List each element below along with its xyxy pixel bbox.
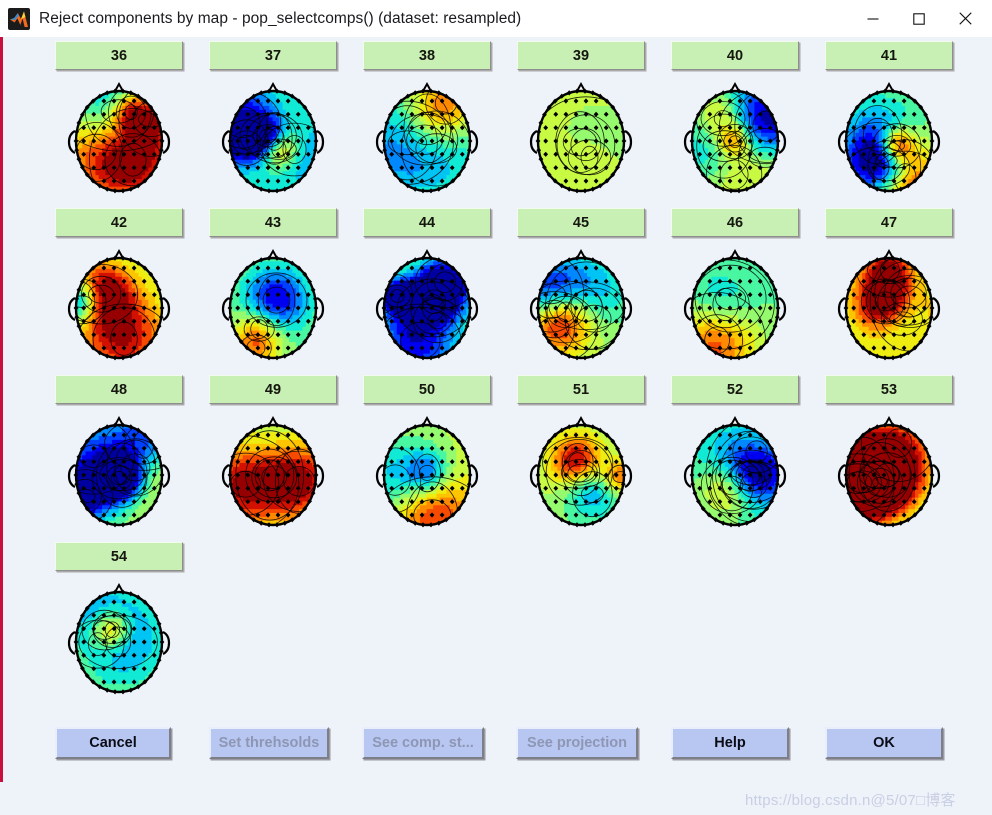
component-50-topoplot[interactable]: [363, 409, 491, 537]
component-45-button[interactable]: 45: [517, 208, 645, 237]
help-button[interactable]: Help: [671, 727, 789, 759]
component-38-cell: 38: [363, 37, 491, 204]
component-51-button[interactable]: 51: [517, 375, 645, 404]
ok-button[interactable]: OK: [825, 727, 943, 759]
component-39-topoplot[interactable]: [517, 75, 645, 203]
component-48-topoplot[interactable]: [55, 409, 183, 537]
component-51-cell: 51: [517, 371, 645, 538]
component-46-cell: 46: [671, 204, 799, 371]
component-48-cell: 48: [55, 371, 183, 538]
component-44-button[interactable]: 44: [363, 208, 491, 237]
component-40-cell: 40: [671, 37, 799, 204]
component-53-topoplot[interactable]: [825, 409, 953, 537]
component-39-cell: 39: [517, 37, 645, 204]
component-36-cell: 36: [55, 37, 183, 204]
component-54-cell: 54: [55, 538, 183, 705]
component-43-button[interactable]: 43: [209, 208, 337, 237]
component-39-button[interactable]: 39: [517, 41, 645, 70]
component-44-topoplot[interactable]: [363, 242, 491, 370]
title-bar: Reject components by map - pop_selectcom…: [0, 0, 992, 38]
component-36-topoplot[interactable]: [55, 75, 183, 203]
component-53-cell: 53: [825, 371, 953, 538]
component-37-cell: 37: [209, 37, 337, 204]
component-54-button[interactable]: 54: [55, 542, 183, 571]
component-49-topoplot[interactable]: [209, 409, 337, 537]
cancel-button[interactable]: Cancel: [55, 727, 171, 759]
component-50-button[interactable]: 50: [363, 375, 491, 404]
component-43-cell: 43: [209, 204, 337, 371]
component-52-button[interactable]: 52: [671, 375, 799, 404]
component-45-topoplot[interactable]: [517, 242, 645, 370]
component-row: 42 43 44 45 46 47: [55, 204, 955, 371]
component-52-cell: 52: [671, 371, 799, 538]
component-47-topoplot[interactable]: [825, 242, 953, 370]
component-48-button[interactable]: 48: [55, 375, 183, 404]
component-41-topoplot[interactable]: [825, 75, 953, 203]
component-47-cell: 47: [825, 204, 953, 371]
watermark: https://blog.csdn.n@5/07□博客: [745, 789, 992, 815]
close-button[interactable]: [942, 0, 988, 37]
component-36-button[interactable]: 36: [55, 41, 183, 70]
component-49-cell: 49: [209, 371, 337, 538]
component-51-topoplot[interactable]: [517, 409, 645, 537]
component-53-button[interactable]: 53: [825, 375, 953, 404]
maximize-button[interactable]: [896, 0, 942, 37]
component-46-button[interactable]: 46: [671, 208, 799, 237]
component-row: 36 37 38 39 40 41: [55, 37, 955, 204]
matlab-icon: [8, 8, 30, 30]
component-46-topoplot[interactable]: [671, 242, 799, 370]
window-title: Reject components by map - pop_selectcom…: [39, 10, 850, 28]
component-43-topoplot[interactable]: [209, 242, 337, 370]
component-45-cell: 45: [517, 204, 645, 371]
component-50-cell: 50: [363, 371, 491, 538]
component-37-topoplot[interactable]: [209, 75, 337, 203]
action-button-bar: Cancel Set threhsolds See comp. st... See p…: [3, 727, 992, 782]
component-54-topoplot[interactable]: [55, 576, 183, 704]
application-window: Reject components by map - pop_selectcom…: [0, 0, 992, 782]
see-comp-stats-button: See comp. st...: [362, 727, 484, 759]
component-row: 54: [55, 538, 955, 705]
minimize-button[interactable]: [850, 0, 896, 37]
component-37-button[interactable]: 37: [209, 41, 337, 70]
component-42-button[interactable]: 42: [55, 208, 183, 237]
component-52-topoplot[interactable]: [671, 409, 799, 537]
see-projection-button: See projection: [516, 727, 638, 759]
component-38-topoplot[interactable]: [363, 75, 491, 203]
component-row: 48 49 50 51 52 53: [55, 371, 955, 538]
component-49-button[interactable]: 49: [209, 375, 337, 404]
component-42-topoplot[interactable]: [55, 242, 183, 370]
component-47-button[interactable]: 47: [825, 208, 953, 237]
set-thresholds-button: Set threhsolds: [209, 727, 329, 759]
component-38-button[interactable]: 38: [363, 41, 491, 70]
window-body: 36 37 38 39 40 41 42 43 44 45 46 47 48 49 50 51 52 53 54 C…: [0, 37, 992, 782]
component-40-button[interactable]: 40: [671, 41, 799, 70]
component-grid: 36 37 38 39 40 41 42 43 44 45 46 47 48 49 50 51 52 53 54: [55, 37, 955, 705]
component-40-topoplot[interactable]: [671, 75, 799, 203]
component-41-button[interactable]: 41: [825, 41, 953, 70]
component-41-cell: 41: [825, 37, 953, 204]
component-44-cell: 44: [363, 204, 491, 371]
component-42-cell: 42: [55, 204, 183, 371]
